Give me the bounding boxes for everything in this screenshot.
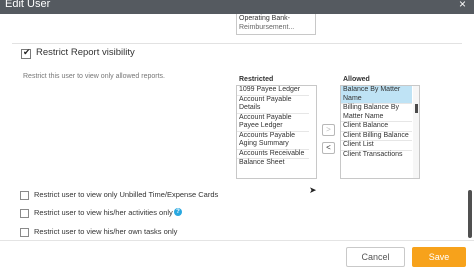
restricted-list-label: Restricted (239, 76, 274, 83)
list-item[interactable]: Balance Sheet (237, 159, 309, 168)
listbox-scrollbar[interactable] (413, 86, 419, 178)
cancel-button[interactable]: Cancel (346, 247, 405, 267)
option-label: Restrict user to view his/her own tasks … (34, 227, 178, 236)
mouse-cursor-icon: ➤ (309, 185, 317, 195)
own-activities-checkbox[interactable] (20, 209, 29, 218)
section-description: Restrict this user to view only allowed … (23, 73, 165, 80)
dialog-content[interactable]: Operating Bank- Reimbursement... ✔ Restr… (0, 14, 462, 240)
partial-listbox[interactable]: Operating Bank- Reimbursement... (236, 14, 316, 35)
allowed-reports-listbox[interactable]: Balance By Matter Name Billing Balance B… (340, 85, 420, 179)
list-item[interactable]: 1099 Payee Ledger (237, 86, 309, 96)
own-tasks-checkbox[interactable] (20, 228, 29, 237)
section-title: Restrict Report visibility (36, 47, 135, 58)
list-item[interactable]: Accounts Payable Aging Summary (237, 132, 309, 150)
dialog-titlebar: Edit User × (0, 0, 474, 14)
checkmark-icon: ✔ (23, 47, 31, 57)
option-label: Restrict user to view only Unbilled Time… (34, 190, 219, 199)
allowed-list-label: Allowed (343, 76, 370, 83)
move-right-button[interactable]: > (322, 124, 335, 136)
list-item[interactable]: Account Payable Payee Ledger (237, 114, 309, 132)
list-item[interactable]: Accounts Receivable (237, 150, 309, 159)
help-icon[interactable]: ? (174, 208, 182, 216)
list-item[interactable]: Billing Balance By Matter Name (341, 104, 412, 122)
list-item[interactable]: Account Payable Details (237, 96, 309, 114)
list-item-selected[interactable]: Balance By Matter Name (341, 86, 412, 104)
dialog-title: Edit User (5, 0, 51, 10)
save-button[interactable]: Save (412, 247, 466, 267)
move-left-button[interactable]: < (322, 142, 335, 154)
restricted-reports-listbox[interactable]: 1099 Payee Ledger Account Payable Detail… (236, 85, 317, 179)
listbox-scrollbar-thumb[interactable] (415, 104, 418, 113)
list-item[interactable]: Client Transactions (341, 151, 412, 160)
list-item[interactable]: Operating Bank- (237, 14, 315, 23)
list-item[interactable]: Client Balance (341, 122, 412, 132)
divider (12, 43, 462, 44)
unbilled-cards-checkbox[interactable] (20, 191, 29, 200)
list-item[interactable]: Client List (341, 141, 412, 151)
dialog-footer: Cancel Save (0, 240, 474, 269)
option-label: Restrict user to view his/her activities… (34, 208, 173, 217)
dialog-scrollbar[interactable] (464, 14, 474, 240)
close-icon[interactable]: × (459, 0, 466, 11)
list-item[interactable]: Client Billing Balance (341, 132, 412, 141)
list-item[interactable]: Reimbursement... (237, 23, 315, 32)
dialog-scrollbar-thumb[interactable] (468, 190, 472, 238)
restrict-report-visibility-checkbox[interactable]: ✔ (21, 47, 31, 59)
